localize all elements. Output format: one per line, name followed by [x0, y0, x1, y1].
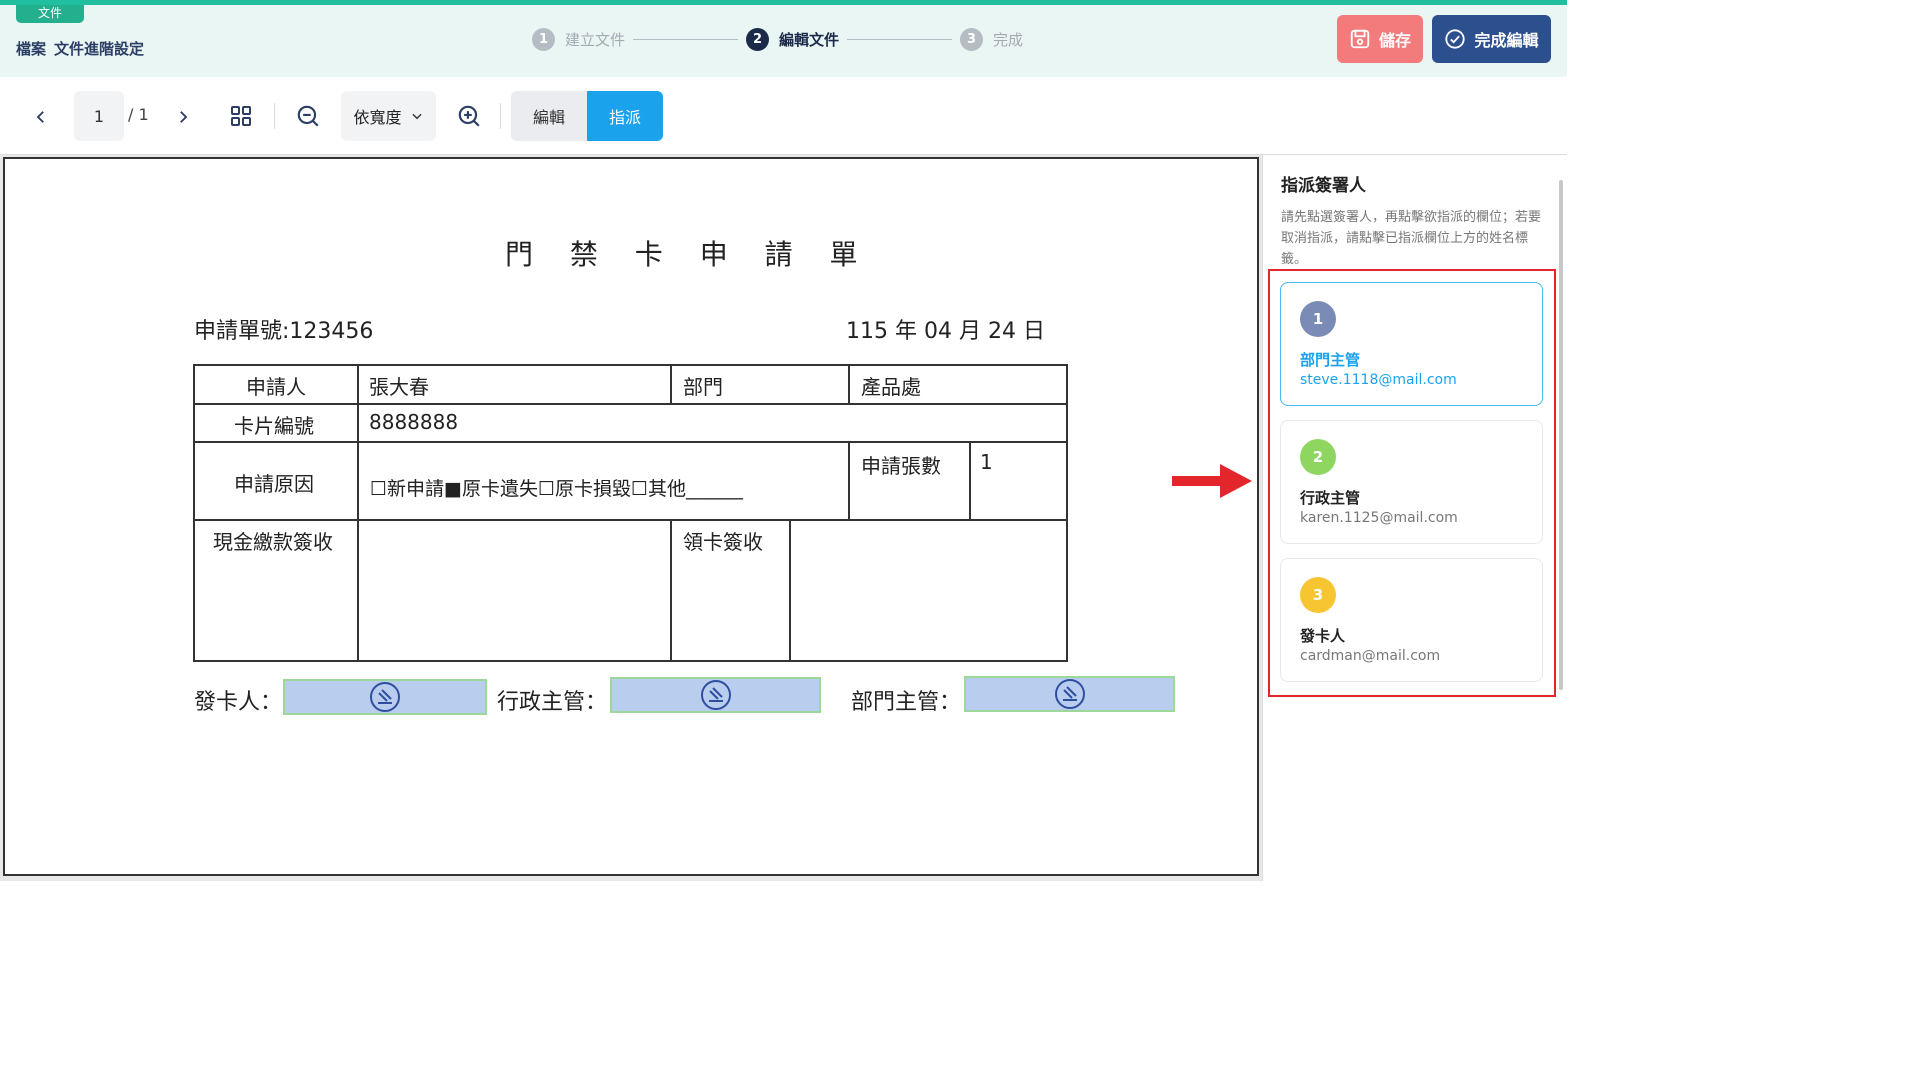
finish-editing-label: 完成編輯	[1474, 31, 1539, 50]
table-border	[670, 519, 672, 662]
signer-card[interactable]: 1 部門主管 steve.1118@mail.com	[1280, 282, 1543, 406]
zoom-mode-value: 依寬度	[353, 108, 402, 127]
step-number: 3	[960, 28, 984, 51]
count-value: 1	[980, 450, 993, 474]
step-label: 建立文件	[565, 31, 626, 49]
table-border	[193, 364, 195, 662]
prev-page-button[interactable]	[26, 102, 56, 132]
step-number: 1	[532, 28, 555, 51]
step-connector	[847, 39, 953, 40]
table-border	[193, 441, 1068, 443]
zoom-out-icon	[297, 105, 319, 127]
dept-head-signature-label: 部門主管：	[851, 690, 962, 715]
next-page-button[interactable]	[168, 102, 198, 132]
form-date: 115 年 04 月 24 日	[846, 319, 1045, 344]
step-complete: 3 完成	[960, 28, 1023, 51]
step-edit: 2 編輯文件	[746, 28, 839, 51]
document-toolbar: 1 / 1 依寬度 編輯 指派	[0, 77, 1567, 155]
panel-scrollbar[interactable]	[1559, 180, 1563, 690]
chevron-left-icon	[36, 111, 44, 123]
card-receipt-label: 領卡簽收	[683, 530, 763, 554]
signer-number: 2	[1300, 439, 1336, 475]
signer-number: 1	[1300, 301, 1336, 337]
signature-stamp-icon	[700, 680, 731, 710]
chevron-right-icon	[180, 111, 188, 123]
save-icon	[1350, 29, 1370, 49]
issuer-signature-field[interactable]	[283, 679, 487, 715]
arrow-right-icon	[1172, 464, 1252, 498]
admin-signature-field[interactable]	[610, 677, 821, 713]
table-border	[670, 364, 672, 405]
signer-card[interactable]: 3 發卡人 cardman@mail.com	[1280, 558, 1543, 682]
signature-stamp-icon	[370, 682, 400, 712]
mode-toggle: 編輯 指派	[511, 91, 663, 141]
check-circle-icon	[1445, 29, 1466, 49]
dept-head-signature-field[interactable]	[964, 676, 1175, 712]
zoom-in-button[interactable]	[455, 102, 483, 130]
step-label: 完成	[993, 31, 1024, 49]
table-border	[969, 441, 971, 521]
cash-receipt-label: 現金繳款簽收	[213, 530, 333, 554]
mode-edit-button[interactable]: 編輯	[511, 91, 587, 141]
signer-number: 3	[1300, 577, 1336, 613]
signer-role: 行政主管	[1300, 489, 1361, 507]
panel-title: 指派簽署人	[1281, 176, 1366, 196]
step-label: 編輯文件	[779, 31, 840, 49]
step-connector	[633, 39, 739, 40]
applicant-label: 申請人	[246, 375, 306, 399]
issuer-signature-label: 發卡人：	[194, 690, 283, 715]
reason-label: 申請原因	[234, 472, 314, 496]
finish-editing-button[interactable]: 完成編輯	[1432, 15, 1551, 63]
card-no-label: 卡片編號	[234, 414, 314, 438]
toolbar-divider	[500, 103, 501, 129]
table-border	[357, 364, 359, 662]
thumbnail-grid-button[interactable]	[228, 103, 254, 129]
table-border	[848, 441, 850, 521]
panel-description: 請先點選簽署人，再點擊欲指派的欄位；若要取消指派，請點擊已指派欄位上方的姓名標籤…	[1281, 210, 1542, 267]
signer-role: 發卡人	[1300, 627, 1346, 645]
page-number-input[interactable]: 1	[74, 91, 124, 141]
breadcrumb-item-advanced-settings[interactable]: 文件進階設定	[54, 38, 144, 59]
page-total: / 1	[128, 105, 149, 124]
step-number: 2	[746, 28, 770, 51]
table-border	[193, 364, 1068, 366]
dept-label: 部門	[683, 375, 723, 399]
chevron-down-icon	[411, 113, 422, 120]
zoom-in-icon	[458, 105, 480, 127]
header-bar: 文件 檔案 文件進階設定 1 建立文件 2 編輯文件 3 完成 儲存 完成編輯	[0, 5, 1567, 77]
signer-email: steve.1118@mail.com	[1300, 372, 1457, 388]
toolbar-divider	[274, 103, 275, 129]
signature-stamp-icon	[1054, 679, 1085, 709]
dept-value: 產品處	[861, 375, 921, 399]
table-border	[193, 519, 1068, 521]
signer-card[interactable]: 2 行政主管 karen.1125@mail.com	[1280, 420, 1543, 544]
save-label: 儲存	[1378, 31, 1411, 50]
signer-email: cardman@mail.com	[1300, 648, 1441, 664]
signer-email: karen.1125@mail.com	[1300, 510, 1458, 526]
doc-tag: 文件	[16, 5, 84, 23]
table-border	[193, 403, 1068, 405]
form-number: 申請單號:123456	[194, 319, 374, 344]
card-no-value: 8888888	[369, 410, 459, 434]
zoom-out-button[interactable]	[294, 102, 322, 130]
reason-value: ☐新申請■原卡遺失☐原卡損毀☐其他______	[370, 478, 744, 500]
table-border	[1066, 364, 1068, 662]
mode-assign-button[interactable]: 指派	[587, 91, 663, 141]
count-label: 申請張數	[861, 454, 941, 478]
zoom-mode-select[interactable]: 依寬度	[341, 91, 436, 141]
admin-signature-label: 行政主管：	[497, 690, 608, 715]
applicant-value: 張大春	[369, 375, 429, 399]
table-border	[193, 660, 1068, 662]
table-border	[848, 364, 850, 405]
breadcrumb-item-file[interactable]: 檔案	[16, 38, 46, 59]
table-border	[789, 519, 791, 662]
progress-steps: 1 建立文件 2 編輯文件 3 完成	[532, 28, 1023, 51]
assign-signers-panel: 指派簽署人 請先點選簽署人，再點擊欲指派的欄位；若要取消指派，請點擊已指派欄位上…	[1262, 155, 1567, 881]
document-title: 門 禁 卡 申 請 單	[505, 238, 872, 271]
save-button[interactable]: 儲存	[1337, 15, 1423, 63]
breadcrumb: 檔案 文件進階設定	[16, 38, 144, 59]
grid-icon	[231, 106, 251, 126]
signer-role: 部門主管	[1300, 351, 1361, 369]
step-create: 1 建立文件	[532, 28, 625, 51]
